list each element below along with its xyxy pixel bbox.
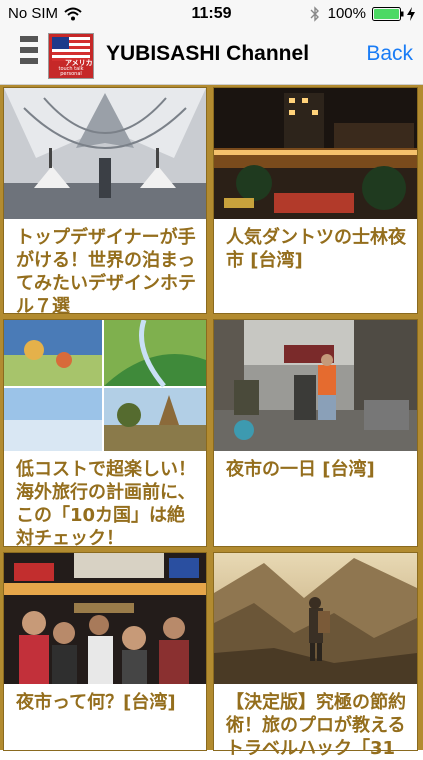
article-title: 低コストで超楽しい！海外旅行の計画前に、この「10カ国」は絶対チェック！ <box>16 459 196 549</box>
article-card-night-market-day[interactable]: 夜市の一日 [台湾] <box>214 320 417 546</box>
battery-percent: 100% <box>327 5 366 22</box>
article-thumbnail <box>214 553 417 684</box>
article-card-design-hotels[interactable]: トップデザイナーが手がける！世界の泊まってみたいデザインホテル７選 <box>4 88 206 317</box>
article-thumbnail <box>214 320 417 451</box>
article-thumbnail <box>4 553 206 684</box>
article-grid: トップデザイナーが手がける！世界の泊まってみたいデザインホテル７選 人気ダントツ… <box>0 85 423 759</box>
article-card-shilin-night-market[interactable]: 人気ダントツの士林夜市 [台湾] <box>214 88 417 313</box>
article-thumbnail <box>214 88 417 219</box>
article-title: 人気ダントツの士林夜市 [台湾] <box>226 227 406 271</box>
article-card-ten-countries[interactable]: 低コストで超楽しい！海外旅行の計画前に、この「10カ国」は絶対チェック！ <box>4 320 206 549</box>
article-thumbnail <box>4 320 206 451</box>
battery-icon <box>372 6 404 21</box>
article-title: 夜市の一日 [台湾] <box>226 459 375 480</box>
status-right: 100% <box>310 5 415 22</box>
article-title: 夜市って何？[台湾] <box>16 692 176 713</box>
channel-logo[interactable]: アメリカ touch talk personal <box>48 33 94 79</box>
article-thumbnail <box>4 88 206 219</box>
article-card-what-is-night-market[interactable]: 夜市って何？[台湾] <box>4 553 206 750</box>
status-bar: No SIM 11:59 100% <box>0 0 423 28</box>
article-title: トップデザイナーが手がける！世界の泊まってみたいデザインホテル７選 <box>16 227 196 317</box>
back-button[interactable]: Back <box>366 42 413 66</box>
logo-subtext: touch talk personal <box>58 66 84 77</box>
charging-icon <box>407 6 415 21</box>
article-card-travel-hacks[interactable]: 【決定版】究極の節約術！旅のプロが教えるトラベルハック「31 <box>214 553 417 759</box>
bluetooth-icon <box>310 5 319 22</box>
nav-bar: アメリカ touch talk personal YUBISASHI Chann… <box>0 28 423 85</box>
menu-icon[interactable] <box>20 36 38 76</box>
page-title: YUBISASHI Channel <box>106 42 310 65</box>
